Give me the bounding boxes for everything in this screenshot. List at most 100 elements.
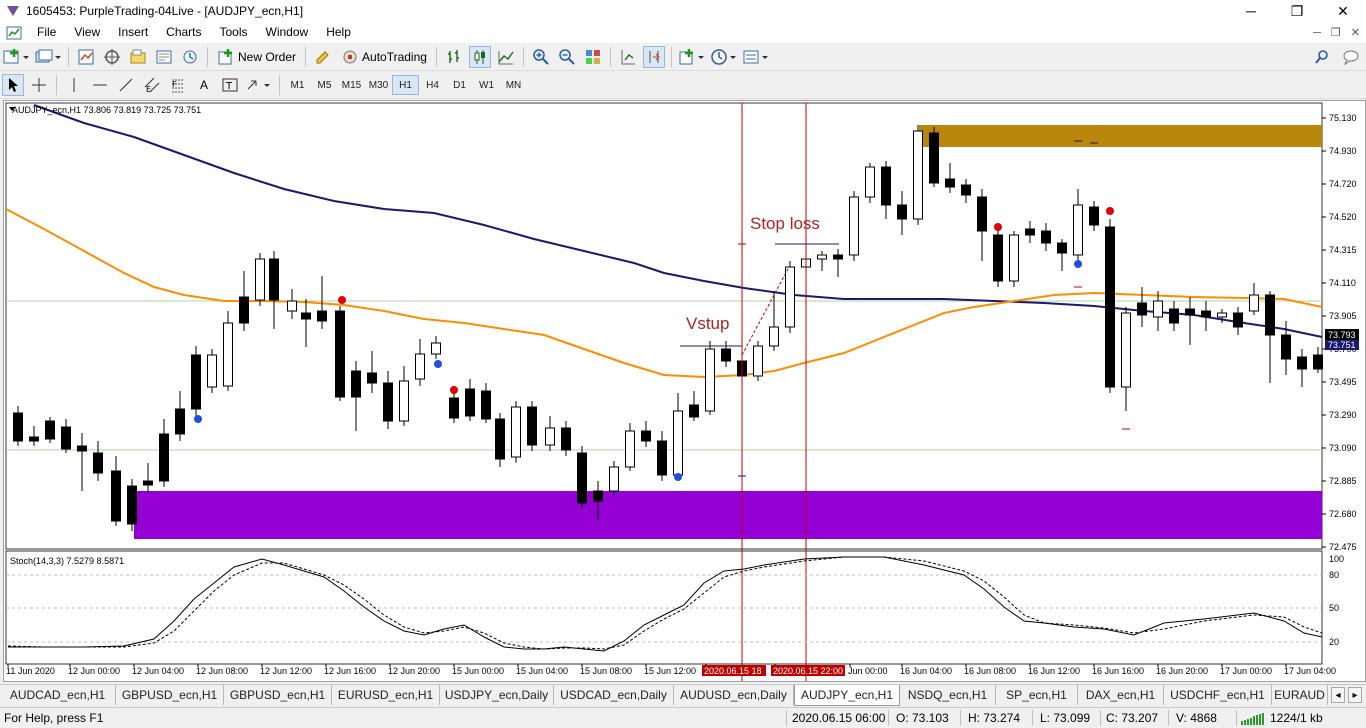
search-icon[interactable] bbox=[1314, 49, 1330, 65]
market-watch-icon[interactable] bbox=[75, 46, 97, 68]
timeframe-d1[interactable]: D1 bbox=[446, 75, 473, 95]
menu-insert[interactable]: Insert bbox=[109, 22, 157, 43]
timeframe-h4[interactable]: H4 bbox=[419, 75, 446, 95]
timeframe-m30[interactable]: M30 bbox=[365, 75, 392, 95]
price-label: 74.520 bbox=[1329, 212, 1357, 222]
auto-trading-label: AutoTrading bbox=[362, 50, 427, 64]
candle-bear bbox=[1169, 308, 1179, 324]
candle-bear bbox=[13, 412, 23, 442]
bar-chart-icon[interactable] bbox=[443, 46, 465, 68]
stoch-level-label: 80 bbox=[1329, 570, 1339, 580]
candle-bear bbox=[239, 296, 249, 324]
indicators-icon[interactable] bbox=[678, 46, 706, 68]
zoom-in-icon[interactable] bbox=[530, 46, 552, 68]
text-label-icon[interactable]: T bbox=[219, 74, 241, 96]
time-label: 2020.06.15 18 bbox=[704, 666, 762, 676]
tab-usdjpy[interactable]: USDJPY_ecn,Daily bbox=[440, 685, 554, 705]
menu-help[interactable]: Help bbox=[317, 22, 360, 43]
tab-gbpusd-2[interactable]: GBPUSD_ecn,H1 bbox=[224, 685, 332, 705]
candle-bear bbox=[465, 388, 475, 417]
candle-bear bbox=[383, 382, 393, 422]
auto-scroll-icon[interactable] bbox=[642, 46, 665, 68]
price-chart[interactable]: Vstup Stop loss AUDJPY_ecn,H1 73.806 73.… bbox=[4, 101, 1365, 681]
new-chart-icon[interactable] bbox=[2, 46, 30, 68]
templates-icon[interactable] bbox=[742, 46, 770, 68]
tab-usdcad[interactable]: USDCAD_ecn,Daily bbox=[554, 685, 674, 705]
data-window-icon[interactable] bbox=[127, 46, 149, 68]
menu-tools[interactable]: Tools bbox=[211, 22, 257, 43]
tab-eurusd[interactable]: EURUSD_ecn,H1 bbox=[332, 685, 440, 705]
tile-windows-icon[interactable] bbox=[582, 46, 604, 68]
time-label: 12 Jun 08:00 bbox=[196, 666, 248, 676]
stochastic-header: Stoch(14,3,3) 7.5279 8.5871 bbox=[10, 556, 124, 566]
tab-scroll-right-icon[interactable]: ▸ bbox=[1348, 687, 1362, 703]
close-button[interactable]: ✕ bbox=[1320, 0, 1366, 22]
timeframe-m5[interactable]: M5 bbox=[311, 75, 338, 95]
candle-bear bbox=[721, 348, 731, 362]
candle-bear bbox=[1201, 310, 1211, 318]
tab-audusd[interactable]: AUDUSD_ecn,Daily bbox=[674, 685, 794, 705]
menu-view[interactable]: View bbox=[65, 22, 109, 43]
periods-icon[interactable] bbox=[710, 46, 738, 68]
chat-icon[interactable] bbox=[1342, 49, 1360, 65]
cursor-icon[interactable] bbox=[2, 74, 24, 96]
timeframe-w1[interactable]: W1 bbox=[473, 75, 500, 95]
minimize-button[interactable]: ─ bbox=[1228, 0, 1274, 22]
menu-charts[interactable]: Charts bbox=[157, 22, 210, 43]
equidistant-channel-icon[interactable]: E bbox=[141, 74, 163, 96]
time-label: 16 Jun 08:00 bbox=[964, 666, 1016, 676]
mdi-restore-icon[interactable]: ❐ bbox=[1331, 26, 1341, 39]
new-order-label: New Order bbox=[238, 50, 297, 64]
candlestick-chart-icon[interactable] bbox=[468, 46, 491, 68]
candle-bear bbox=[1041, 230, 1051, 244]
candle-bear bbox=[301, 312, 311, 320]
stoch-level-label: 100 bbox=[1329, 554, 1344, 564]
tab-audjpy[interactable]: AUDJPY_ecn,H1 bbox=[794, 685, 900, 706]
tab-dax[interactable]: DAX_ecn,H1 bbox=[1078, 685, 1164, 705]
strategy-tester-icon[interactable] bbox=[179, 46, 201, 68]
crosshair-icon[interactable] bbox=[28, 74, 50, 96]
metaeditor-icon[interactable] bbox=[312, 46, 334, 68]
horizontal-line-icon[interactable] bbox=[89, 74, 111, 96]
tab-sp[interactable]: SP_ecn,H1 bbox=[996, 685, 1078, 705]
price-label: 74.720 bbox=[1329, 179, 1357, 189]
trendline-icon[interactable] bbox=[115, 74, 137, 96]
vertical-line-icon[interactable] bbox=[63, 74, 85, 96]
terminal-icon[interactable] bbox=[153, 46, 175, 68]
chart-shift-icon[interactable] bbox=[617, 46, 639, 68]
mdi-close-icon[interactable]: ✕ bbox=[1351, 26, 1360, 39]
tab-scroll-left-icon[interactable]: ◂ bbox=[1331, 687, 1345, 703]
fibonacci-icon[interactable]: F bbox=[167, 74, 189, 96]
candle-bear bbox=[1025, 228, 1035, 236]
candle-bear bbox=[175, 408, 185, 435]
timeframe-mn[interactable]: MN bbox=[500, 75, 527, 95]
candle-bear bbox=[191, 354, 201, 410]
line-chart-icon[interactable] bbox=[495, 46, 517, 68]
time-label: 17 Jun 04:00 bbox=[1284, 666, 1336, 676]
maximize-button[interactable]: ❐ bbox=[1274, 0, 1320, 22]
navigator-icon[interactable] bbox=[101, 46, 123, 68]
tab-audcad[interactable]: AUDCAD_ecn,H1 bbox=[0, 685, 116, 705]
candle-bear bbox=[993, 234, 1003, 282]
menu-window[interactable]: Window bbox=[257, 22, 318, 43]
auto-trading-icon bbox=[343, 50, 357, 64]
tab-gbpusd[interactable]: GBPUSD_ecn,H1 bbox=[116, 685, 224, 705]
tab-nsdq[interactable]: NSDQ_ecn,H1 bbox=[900, 685, 996, 705]
chart-window-icon[interactable] bbox=[6, 26, 22, 40]
timeframe-m1[interactable]: M1 bbox=[284, 75, 311, 95]
timeframe-m15[interactable]: M15 bbox=[338, 75, 365, 95]
arrows-icon[interactable] bbox=[245, 74, 273, 96]
timeframe-h1[interactable]: H1 bbox=[392, 75, 419, 95]
zoom-out-icon[interactable] bbox=[556, 46, 578, 68]
text-icon[interactable]: A bbox=[193, 74, 215, 96]
chart-window[interactable]: Vstup Stop loss AUDJPY_ecn,H1 73.806 73.… bbox=[3, 100, 1366, 682]
auto-trading-button[interactable]: AutoTrading bbox=[338, 46, 430, 68]
current-price-label: 73.751 bbox=[1328, 340, 1356, 350]
mdi-minimize-icon[interactable]: ─ bbox=[1313, 27, 1321, 39]
tab-usdchf[interactable]: USDCHF_ecn,H1 bbox=[1164, 685, 1272, 705]
profiles-icon[interactable] bbox=[34, 46, 62, 68]
tab-euraud[interactable]: EURAUD bbox=[1272, 685, 1328, 705]
svg-text:T: T bbox=[225, 81, 233, 92]
new-order-button[interactable]: New Order bbox=[214, 46, 299, 68]
menu-file[interactable]: File bbox=[28, 22, 65, 43]
